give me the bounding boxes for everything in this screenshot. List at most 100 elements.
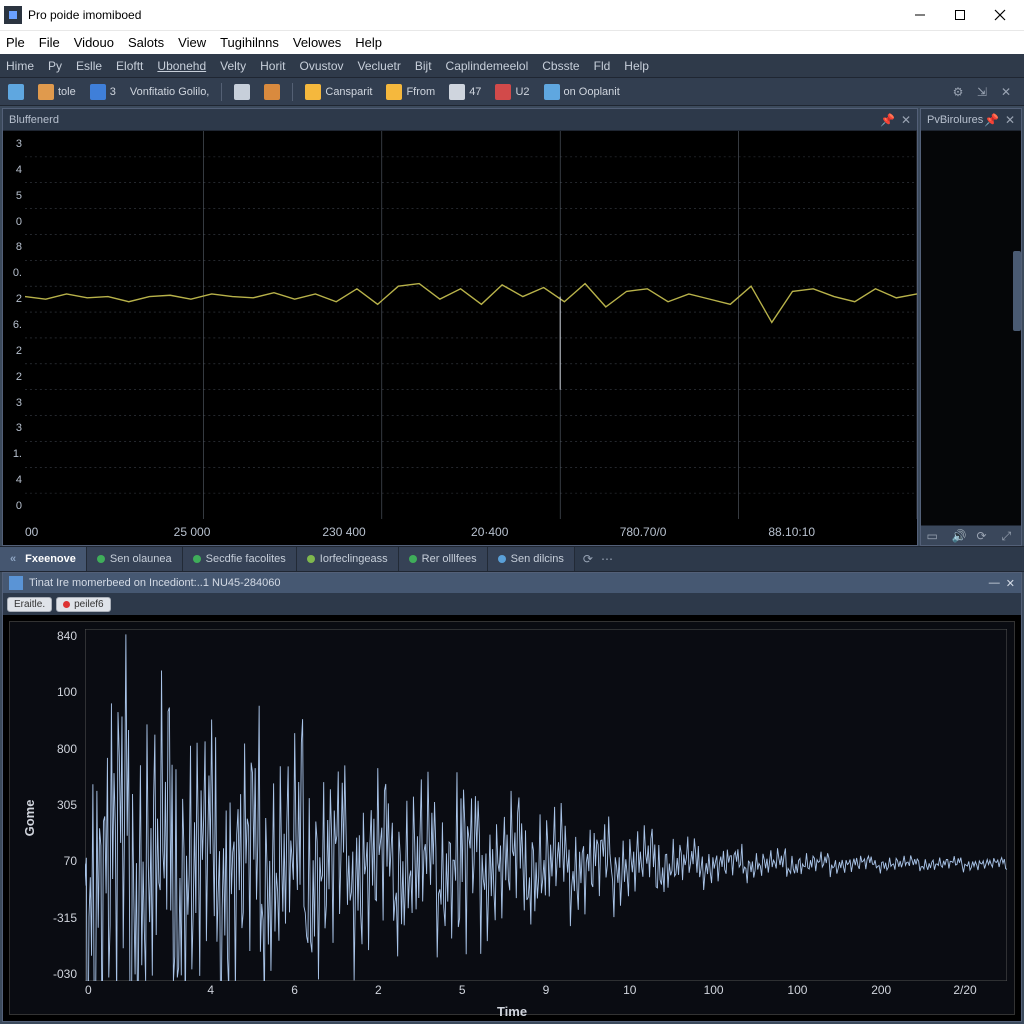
xtick: 20·400 bbox=[471, 519, 620, 545]
minimize-button[interactable] bbox=[900, 0, 940, 30]
lower-plot-area[interactable]: Gome 84010080030570-315-030 046259101001… bbox=[3, 615, 1021, 1021]
toolbar-item-0[interactable] bbox=[4, 81, 28, 103]
expand-icon[interactable]: ⤢ bbox=[1002, 529, 1016, 543]
pin-icon[interactable]: 📌 bbox=[984, 113, 999, 127]
ytick: 2 bbox=[3, 338, 25, 364]
xtick: 100 bbox=[672, 983, 756, 999]
record-dot-icon bbox=[63, 601, 70, 608]
toolbar-item-7[interactable]: Ffrom bbox=[382, 81, 439, 103]
submenu-ovustov[interactable]: Ovustov bbox=[299, 59, 343, 73]
gear-icon[interactable]: ⚙ bbox=[950, 84, 966, 100]
upper-plot-area[interactable]: 345080.26.22331.40 0025 000230 40020·400… bbox=[3, 131, 917, 545]
submenu-eloftt[interactable]: Eloftt bbox=[116, 59, 143, 73]
toolbar-item-6[interactable]: Cansparit bbox=[301, 81, 376, 103]
xtick: 6 bbox=[253, 983, 337, 999]
ytick: 70 bbox=[37, 854, 77, 868]
close-button[interactable] bbox=[980, 0, 1020, 30]
menu-ple[interactable]: Ple bbox=[6, 35, 25, 50]
audio-icon[interactable]: 🔊 bbox=[952, 529, 966, 543]
scrollbar-thumb[interactable] bbox=[1013, 251, 1021, 331]
refresh-icon[interactable]: ⟳ bbox=[977, 529, 991, 543]
toolbar-item-1[interactable]: tole bbox=[34, 81, 80, 103]
menu-help[interactable]: Help bbox=[355, 35, 382, 50]
xtick: 0 bbox=[85, 983, 169, 999]
submenu-fld[interactable]: Fld bbox=[594, 59, 611, 73]
submenu-eslle[interactable]: Eslle bbox=[76, 59, 102, 73]
tab-extra: ⟳⋯ bbox=[575, 547, 621, 571]
status-dot-icon bbox=[409, 555, 417, 563]
pane-close-icon[interactable]: ✕ bbox=[901, 113, 911, 127]
export-icon[interactable]: ⇲ bbox=[974, 84, 990, 100]
menu-tugihilnns[interactable]: Tugihilnns bbox=[220, 35, 279, 50]
ytick: 2 bbox=[3, 364, 25, 390]
tab-secdfie-facolites[interactable]: Secdfie facolites bbox=[183, 547, 297, 571]
toolbar-item-9[interactable]: U2 bbox=[491, 81, 533, 103]
submenu-ubonehd[interactable]: Ubonehd bbox=[157, 59, 206, 73]
toolbar-item-2[interactable]: 3 bbox=[86, 81, 120, 103]
window-title: Pro poide imomiboed bbox=[28, 8, 141, 22]
ytick: 3 bbox=[3, 131, 25, 157]
ytick: 3 bbox=[3, 415, 25, 441]
pane-close-icon[interactable]: ✕ bbox=[1006, 577, 1015, 590]
refresh-icon[interactable]: ⟳ bbox=[583, 552, 593, 566]
pane-close-icon[interactable]: ✕ bbox=[1005, 113, 1015, 127]
list-icon bbox=[38, 84, 54, 100]
xtick: 230 400 bbox=[322, 519, 471, 545]
ytick: -315 bbox=[37, 911, 77, 925]
lower-plot-xlabel: Time bbox=[3, 1004, 1021, 1019]
xtick: 200 bbox=[839, 983, 923, 999]
submenu-py[interactable]: Py bbox=[48, 59, 62, 73]
pin-icon[interactable]: 📌 bbox=[880, 113, 895, 127]
submenu-vecluetr[interactable]: Vecluetr bbox=[358, 59, 401, 73]
toolbar-item-10[interactable]: on Ooplanit bbox=[540, 81, 624, 103]
app-icon bbox=[4, 6, 22, 24]
tab-sen-olaunea[interactable]: Sen olaunea bbox=[87, 547, 183, 571]
tab-rer-olllfees[interactable]: Rer olllfees bbox=[399, 547, 488, 571]
chip-peilef[interactable]: peilef6 bbox=[56, 597, 110, 612]
tab-iorfeclingeass[interactable]: Iorfeclingeass bbox=[297, 547, 399, 571]
toolbar-item-5[interactable] bbox=[260, 81, 284, 103]
ytick: 3 bbox=[3, 390, 25, 416]
lower-toolbar: Eraitle. peilef6 bbox=[3, 593, 1021, 615]
globe-icon bbox=[544, 84, 560, 100]
submenu-velty[interactable]: Velty bbox=[220, 59, 246, 73]
menu-velowes[interactable]: Velowes bbox=[293, 35, 341, 50]
toolbar-item-3[interactable]: Vonfitatio Golilo, bbox=[126, 81, 214, 103]
ytick: 100 bbox=[37, 685, 77, 699]
pane-minimize-icon[interactable]: — bbox=[989, 577, 1000, 590]
submenu-hime[interactable]: Hime bbox=[6, 59, 34, 73]
tab-sen-dilcins[interactable]: Sen dilcins bbox=[488, 547, 575, 571]
maximize-button[interactable] bbox=[940, 0, 980, 30]
secondary-menubar: Hime Py Eslle Eloftt Ubonehd Velty Horit Ovusto… bbox=[0, 54, 1024, 78]
status-dot-icon bbox=[97, 555, 105, 563]
side-pane-body[interactable] bbox=[921, 131, 1021, 525]
grid-icon bbox=[495, 84, 511, 100]
submenu-horit[interactable]: Horit bbox=[260, 59, 285, 73]
submenu-cbsste[interactable]: Cbsste bbox=[542, 59, 579, 73]
close-tool-icon[interactable]: ✕ bbox=[998, 84, 1014, 100]
chip-eraitle[interactable]: Eraitle. bbox=[7, 597, 52, 612]
xtick: 25 000 bbox=[174, 519, 323, 545]
primary-menubar: Ple File Vidouo Salots View Tugihilnns Velowes… bbox=[0, 30, 1024, 54]
window-icon bbox=[8, 84, 24, 100]
toolbar-separator bbox=[221, 83, 222, 101]
menu-file[interactable]: File bbox=[39, 35, 60, 50]
xtick: 4 bbox=[169, 983, 253, 999]
toolbar-item-4[interactable] bbox=[230, 81, 254, 103]
xtick: 10 bbox=[588, 983, 672, 999]
submenu-caplindemeelol[interactable]: Caplindemeelol bbox=[446, 59, 529, 73]
submenu-bijt[interactable]: Bijt bbox=[415, 59, 432, 73]
xtick: 780.70/0 bbox=[620, 519, 769, 545]
ytick: 2 bbox=[3, 286, 25, 312]
ytick: 4 bbox=[3, 157, 25, 183]
submenu-help[interactable]: Help bbox=[624, 59, 649, 73]
menu-view[interactable]: View bbox=[178, 35, 206, 50]
menu-vidouo[interactable]: Vidouo bbox=[74, 35, 114, 50]
tab-fxeenove[interactable]: Fxeenove bbox=[0, 547, 87, 571]
more-icon[interactable]: ⋯ bbox=[601, 552, 613, 566]
menu-salots[interactable]: Salots bbox=[128, 35, 164, 50]
xtick: 100 bbox=[756, 983, 840, 999]
lower-pane-title: Tinat Ire momerbeed on Incediont:..1 NU4… bbox=[29, 577, 281, 589]
toolbar-item-8[interactable]: 47 bbox=[445, 81, 485, 103]
film-icon[interactable]: ▭ bbox=[927, 529, 941, 543]
